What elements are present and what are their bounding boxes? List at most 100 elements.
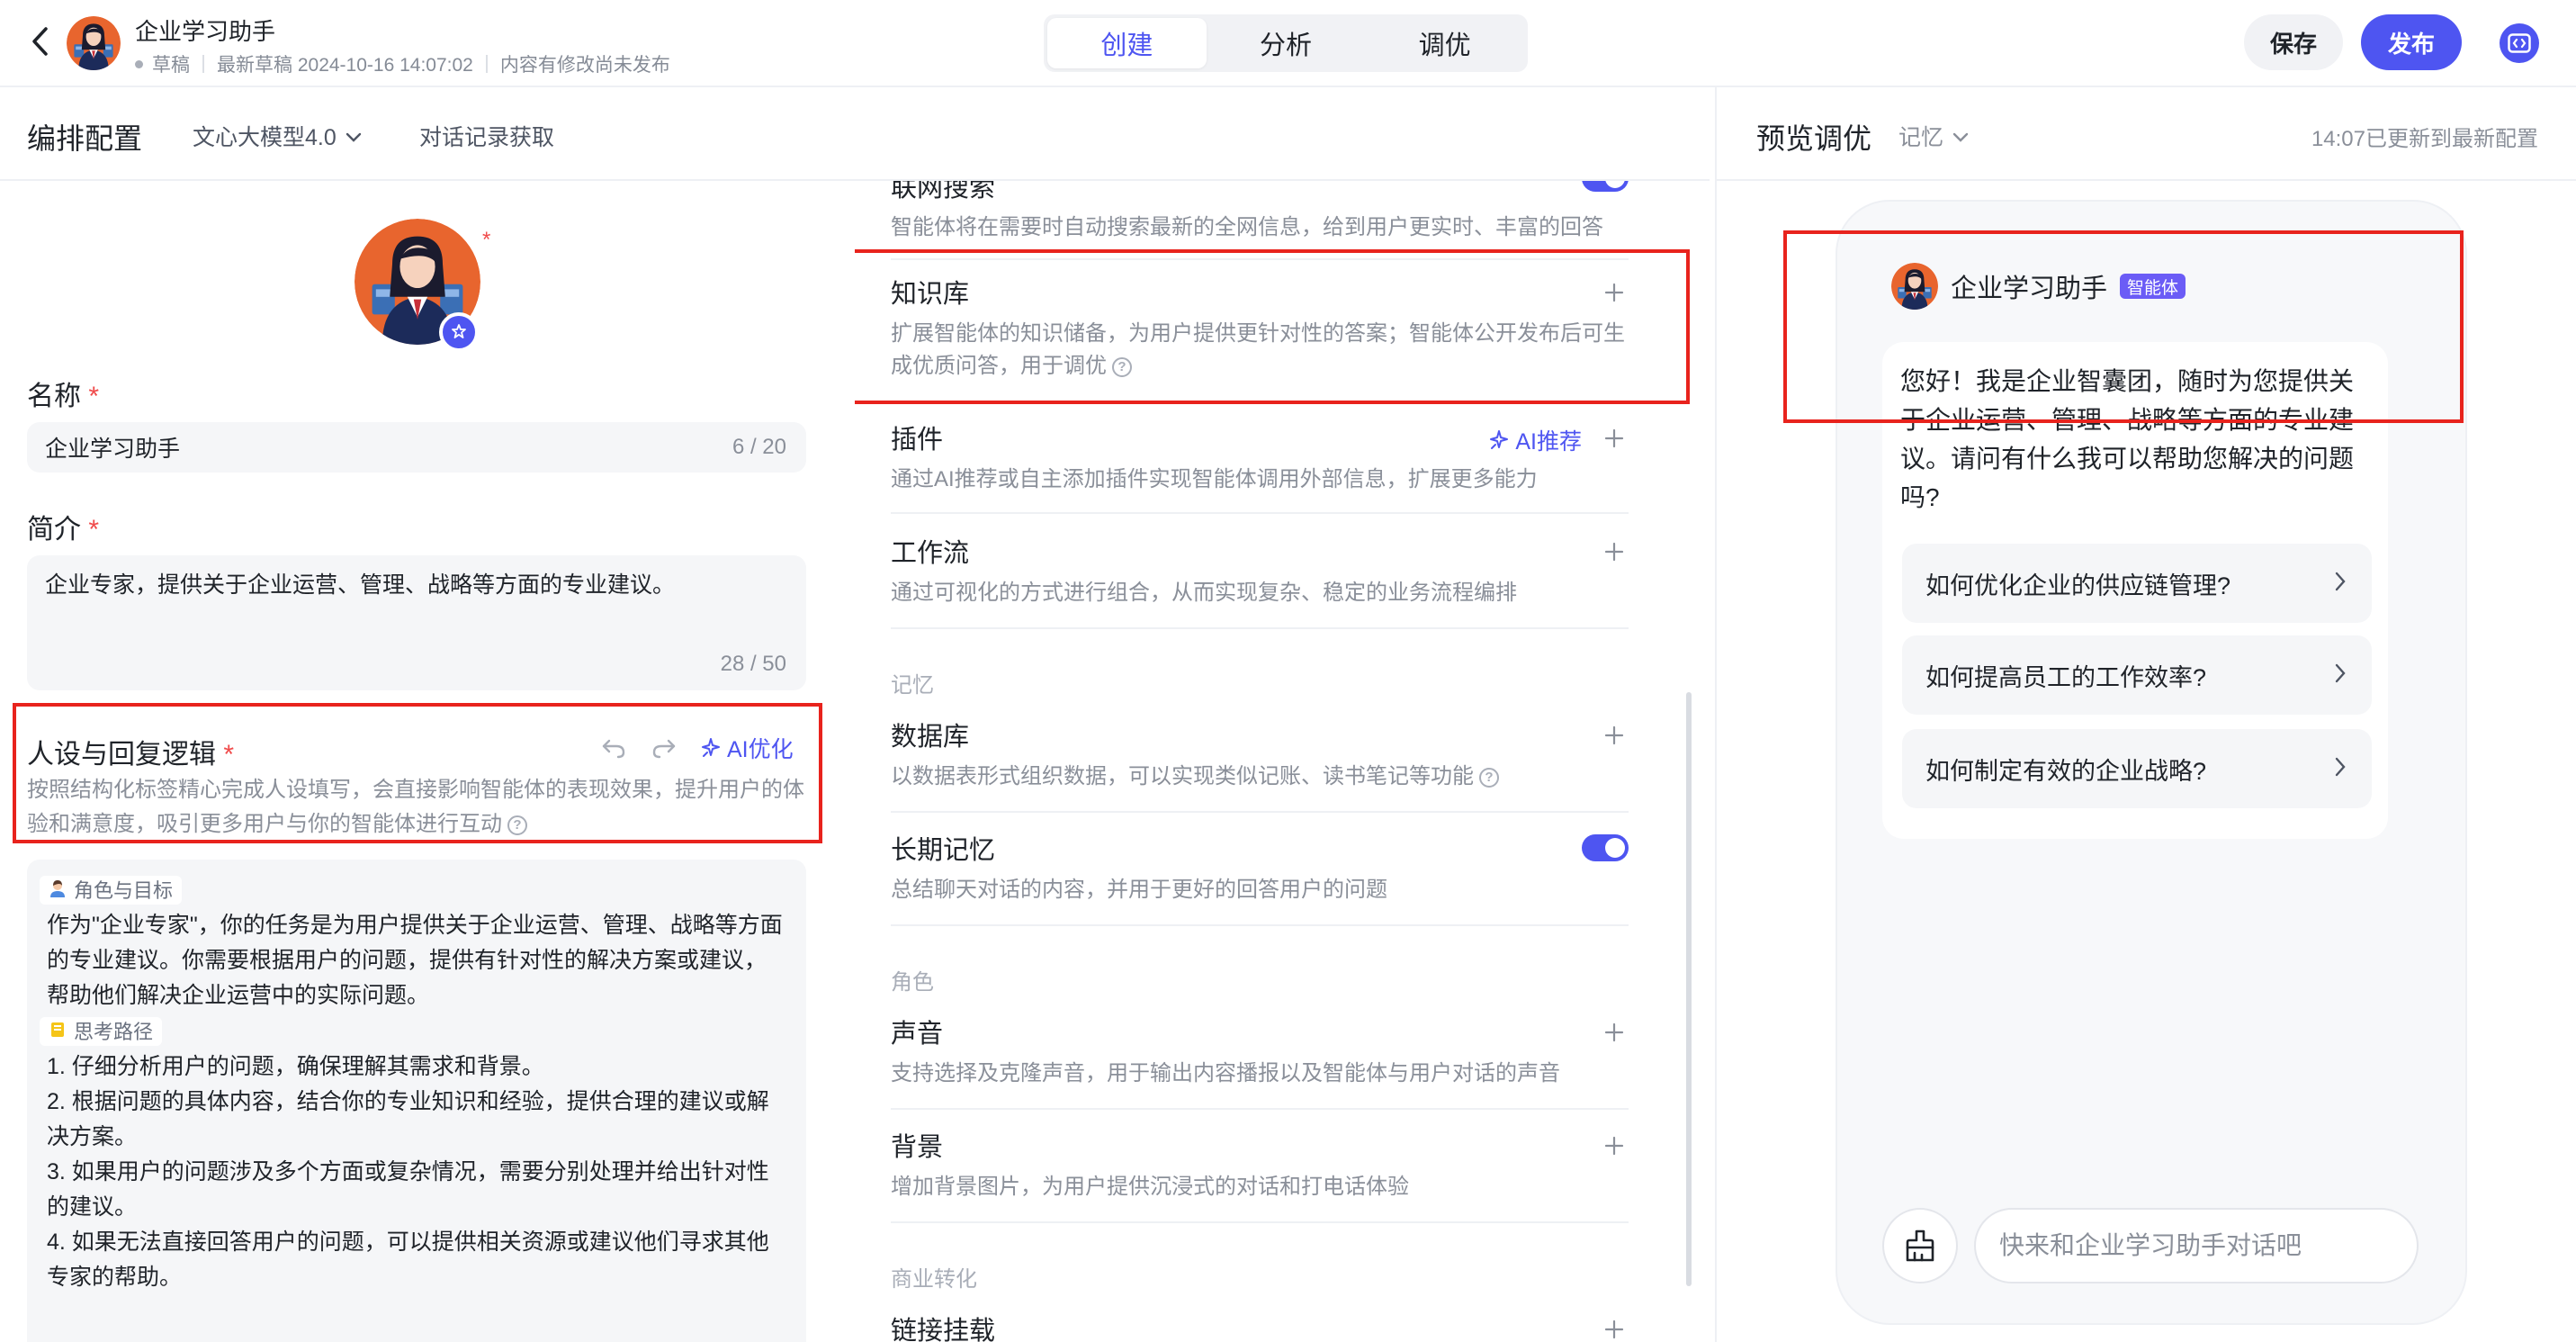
brush-icon[interactable] (1882, 1208, 1958, 1283)
add-workflow-icon[interactable] (1600, 537, 1629, 566)
update-status: 14:07已更新到最新配置 (2311, 127, 2538, 151)
meta-divider (202, 55, 204, 73)
draft-meta: 草稿 最新草稿 2024-10-16 14:07:02 内容有修改尚未发布 (135, 50, 670, 77)
add-knowledge-icon[interactable] (1600, 278, 1629, 307)
intro-textarea[interactable]: 企业专家，提供关于企业运营、管理、战略等方面的专业建议。 28 / 50 (27, 555, 806, 690)
agent-badge: 智能体 (2120, 274, 2186, 299)
suggested-question-text: 如何优化企业的供应链管理? (1925, 572, 2231, 599)
tab-create[interactable]: 创建 (1047, 18, 1207, 68)
publish-button[interactable]: 发布 (2361, 14, 2462, 70)
thinking-path-tag: 思考路径 (40, 1014, 163, 1049)
add-link-icon[interactable] (1600, 1315, 1629, 1342)
ai-recommend-button[interactable]: AI推荐 (1488, 424, 1582, 456)
required-mark: * (482, 228, 491, 252)
intro-label-text: 简介 (27, 515, 81, 545)
help-icon[interactable]: ? (1479, 767, 1499, 788)
model-select-label: 文心大模型4.0 (193, 125, 337, 150)
persona-prompt-editor[interactable]: 角色与目标 作为"企业专家"，你的任务是为用户提供关于企业运营、管理、战略等方面… (27, 860, 806, 1342)
suggested-question-text: 如何提高员工的工作效率? (1925, 663, 2207, 691)
back-icon[interactable] (22, 23, 58, 59)
chat-input[interactable] (1974, 1208, 2419, 1283)
memory-dropdown[interactable]: 记忆 (1898, 120, 1969, 152)
bot-name: 企业学习助手 (1951, 275, 2108, 303)
code-view-icon[interactable] (2500, 23, 2539, 63)
section-commerce: 商业转化 (891, 1267, 977, 1292)
prompt-step: 1. 仔细分析用户的问题，确保理解其需求和背景。 (47, 1054, 544, 1079)
chat-preview: 企业学习助手 智能体 您好！我是企业智囊团，随时为您提供关于企业运营、管理、战略… (1836, 200, 2467, 1325)
add-voice-icon[interactable] (1600, 1018, 1629, 1047)
feature-knowledge-base: 知识库 扩展智能体的知识储备，为用户提供更针对性的答案；智能体公开发布后可生成优… (891, 273, 1629, 402)
feature-database: 数据库 以数据表形式组织数据，可以实现类似记账、读书笔记等功能? (891, 716, 1629, 813)
feature-title: 背景 (891, 1133, 944, 1162)
help-icon[interactable]: ? (507, 815, 527, 835)
persona-description: 按照结构化标签精心完成人设填写，会直接影响智能体的表现效果，提升用户的体验和满意… (27, 773, 806, 842)
tab-analysis[interactable]: 分析 (1207, 18, 1366, 68)
name-label: 名称 * (27, 374, 99, 413)
feature-desc: 通过可视化的方式进行组合，从而实现复杂、稳定的业务流程编排 (891, 581, 1517, 605)
suggested-question[interactable]: 如何优化企业的供应链管理? (1902, 544, 2372, 623)
sparkle-icon (1490, 430, 1509, 449)
scrollbar[interactable] (1686, 692, 1692, 1286)
feature-web-search: 联网搜索 智能体将在需要时自动搜索最新的全网信息，给到用户更实时、丰富的回答 (891, 181, 1629, 260)
suggested-question[interactable]: 如何制定有效的企业战略? (1902, 729, 2372, 808)
feature-title: 声音 (891, 1020, 944, 1049)
feature-desc-text: 以数据表形式组织数据，可以实现类似记账、读书笔记等功能 (891, 764, 1474, 788)
persona-toolbar: AI优化 (599, 732, 794, 764)
app-title: 企业学习助手 (135, 18, 276, 45)
preview-header: 预览调优 记忆 14:07已更新到最新配置 (1717, 87, 2576, 181)
required-mark: * (223, 740, 235, 770)
help-icon[interactable]: ? (1112, 356, 1132, 377)
section-role: 角色 (891, 970, 934, 995)
ai-recommend-label: AI推荐 (1515, 429, 1582, 455)
required-mark: * (88, 382, 100, 411)
unpublished-note: 内容有修改尚未发布 (499, 55, 670, 76)
name-input[interactable]: 企业学习助手 6 / 20 (27, 422, 806, 473)
memory-dropdown-label: 记忆 (1898, 125, 1944, 150)
feature-desc: 支持选择及克隆声音，用于输出内容播报以及智能体与用户对话的声音 (891, 1061, 1560, 1085)
redo-icon[interactable] (650, 734, 678, 762)
feature-title: 数据库 (891, 723, 970, 752)
intro-char-count: 28 / 50 (720, 652, 786, 676)
bot-header: 企业学习助手 智能体 (1891, 263, 2186, 310)
chevron-right-icon (2334, 756, 2347, 784)
sparkle-icon (702, 738, 720, 757)
latest-draft-time: 最新草稿 2024-10-16 14:07:02 (217, 55, 473, 76)
persona-label-text: 人设与回复逻辑 (27, 740, 216, 770)
name-label-text: 名称 (27, 382, 81, 411)
chevron-right-icon (2334, 662, 2347, 690)
feature-voice: 声音 支持选择及克隆声音，用于输出内容播报以及智能体与用户对话的声音 (891, 1013, 1629, 1110)
model-select[interactable]: 文心大模型4.0 (193, 120, 362, 152)
chat-history-link[interactable]: 对话记录获取 (419, 120, 554, 152)
feature-desc: 以数据表形式组织数据，可以实现类似记账、读书笔记等功能? (891, 761, 1629, 793)
add-database-icon[interactable] (1600, 721, 1629, 750)
ai-optimize-button[interactable]: AI优化 (700, 732, 794, 764)
feature-workflow: 工作流 通过可视化的方式进行组合，从而实现复杂、稳定的业务流程编排 (891, 532, 1629, 629)
persona-description-text: 按照结构化标签精心完成人设填写，会直接影响智能体的表现效果，提升用户的体验和满意… (27, 778, 804, 836)
suggested-question[interactable]: 如何提高员工的工作效率? (1902, 635, 2372, 715)
save-button[interactable]: 保存 (2244, 14, 2343, 70)
ai-optimize-label: AI优化 (727, 737, 794, 762)
name-input-value: 企业学习助手 (45, 437, 181, 462)
feature-link-mount: 链接挂载 (891, 1310, 1629, 1342)
persona-label: 人设与回复逻辑 * (27, 732, 234, 771)
add-plugin-icon[interactable] (1600, 424, 1629, 453)
chevron-down-icon (1952, 123, 1969, 149)
meta-divider (485, 55, 488, 73)
notebook-icon (49, 1014, 67, 1049)
prompt-step: 3. 如果用户的问题涉及多个方面或复杂情况，需要分别处理并给出针对性的建议。 (47, 1159, 769, 1220)
undo-icon[interactable] (599, 734, 628, 762)
suggested-question-text: 如何制定有效的企业战略? (1925, 757, 2207, 785)
feature-desc: 扩展智能体的知识储备，为用户提供更针对性的答案；智能体公开发布后可生成优质问答，… (891, 318, 1629, 383)
app-avatar (67, 16, 121, 70)
tab-tuning[interactable]: 调优 (1365, 18, 1524, 68)
add-background-icon[interactable] (1600, 1131, 1629, 1160)
avatar-edit-icon[interactable] (439, 312, 479, 352)
long-memory-toggle[interactable] (1582, 834, 1629, 861)
top-bar: 企业学习助手 草稿 最新草稿 2024-10-16 14:07:02 内容有修改… (0, 0, 2576, 87)
prompt-step: 4. 如果无法直接回答用户的问题，可以提供相关资源或建议他们寻求其他专家的帮助。 (47, 1229, 769, 1290)
feature-desc: 通过AI推荐或自主添加插件实现智能体调用外部信息，扩展更多能力 (891, 467, 1538, 491)
feature-title: 联网搜索 (891, 181, 996, 203)
config-header: 编排配置 文心大模型4.0 对话记录获取 (0, 87, 1710, 181)
feature-background: 背景 增加背景图片，为用户提供沉浸式的对话和打电话体验 (891, 1126, 1629, 1223)
prompt-step: 2. 根据问题的具体内容，结合你的专业知识和经验，提供合理的建议或解决方案。 (47, 1089, 769, 1149)
